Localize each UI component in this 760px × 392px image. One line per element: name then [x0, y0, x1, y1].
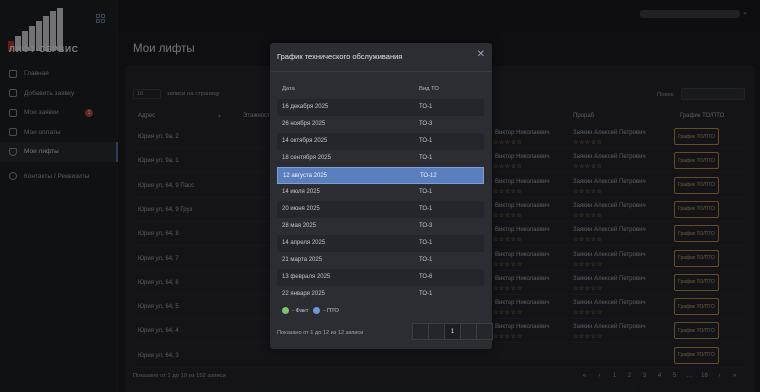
- schedule-date: 14 октября 2025: [282, 138, 328, 144]
- legend: - Факт - ПТО: [282, 307, 339, 314]
- schedule-type: ТО-1: [419, 291, 433, 297]
- schedule-date: 21 марта 2025: [282, 257, 323, 263]
- modal-pagination: 1: [412, 323, 493, 340]
- app-root: ЛИФТ-СЕРВИС Главная Добавить заявку Мои …: [0, 0, 760, 392]
- schedule-type: ТО-6: [419, 274, 433, 280]
- legend-fact: - Факт: [292, 307, 309, 314]
- schedule-type: ТО-1: [419, 257, 433, 263]
- modal-table-info: Показано от 1 до 12 из 12 записи: [277, 330, 364, 336]
- schedule-row[interactable]: 22 января 2025 ТО-1: [277, 286, 484, 303]
- schedule-row[interactable]: 14 октября 2025 ТО-1: [277, 133, 484, 150]
- schedule-type: ТО-1: [419, 138, 433, 144]
- schedule-row[interactable]: 16 декабря 2025 ТО-1: [277, 99, 484, 116]
- schedule-row[interactable]: 12 августа 2025 ТО-12: [277, 167, 484, 184]
- schedule-row[interactable]: 13 февраля 2025 ТО-6: [277, 269, 484, 286]
- schedule-type: ТО-3: [419, 223, 433, 229]
- schedule-row[interactable]: 14 апреля 2025 ТО-1: [277, 235, 484, 252]
- modal-table-header: Дата Вид ТО: [277, 86, 485, 96]
- modal-page-first[interactable]: [412, 323, 429, 340]
- modal-page-last[interactable]: [476, 323, 493, 340]
- modal-page-prev[interactable]: [428, 323, 445, 340]
- schedule-row[interactable]: 14 июля 2025 ТО-1: [277, 184, 484, 201]
- schedule-type: ТО-1: [419, 189, 433, 195]
- close-icon[interactable]: ✕: [477, 49, 485, 60]
- schedule-date: 18 сентября 2025: [282, 155, 331, 161]
- schedule-date: 14 апреля 2025: [282, 240, 326, 246]
- schedule-row[interactable]: 21 марта 2025 ТО-1: [277, 252, 484, 269]
- schedule-date: 13 февраля 2025: [282, 274, 331, 280]
- schedule-row[interactable]: 28 мая 2025 ТО-3: [277, 218, 484, 235]
- modal-page-current[interactable]: 1: [444, 323, 461, 340]
- schedule-date: 26 ноября 2025: [282, 121, 326, 127]
- schedule-date: 14 июля 2025: [282, 189, 320, 195]
- schedule-row[interactable]: 18 сентября 2025 ТО-1: [277, 150, 484, 167]
- schedule-modal: График технического обслуживания ✕ Дата …: [270, 43, 492, 349]
- schedule-date: 20 июня 2025: [282, 206, 320, 212]
- schedule-type: ТО-12: [420, 173, 437, 179]
- schedule-date: 28 мая 2025: [282, 223, 317, 229]
- schedule-row[interactable]: 20 июня 2025 ТО-1: [277, 201, 484, 218]
- schedule-type: ТО-1: [419, 206, 433, 212]
- pto-dot-icon: [313, 307, 321, 314]
- header-date[interactable]: Дата: [282, 86, 295, 92]
- fact-dot-icon: [282, 307, 289, 314]
- modal-divider: [270, 71, 492, 72]
- modal-title: График технического обслуживания: [277, 52, 403, 61]
- schedule-date: 12 августа 2025: [283, 173, 328, 179]
- schedule-date: 16 декабря 2025: [282, 104, 329, 110]
- schedule-type: ТО-1: [419, 104, 433, 110]
- schedule-type: ТО-1: [419, 240, 433, 246]
- schedule-type: ТО-1: [419, 155, 433, 161]
- schedule-date: 22 января 2025: [282, 291, 325, 297]
- header-type[interactable]: Вид ТО: [419, 86, 439, 92]
- legend-pto: - ПТО: [323, 307, 339, 314]
- modal-page-next[interactable]: [460, 323, 477, 340]
- schedule-row[interactable]: 26 ноября 2025 ТО-3: [277, 116, 484, 133]
- schedule-type: ТО-3: [419, 121, 433, 127]
